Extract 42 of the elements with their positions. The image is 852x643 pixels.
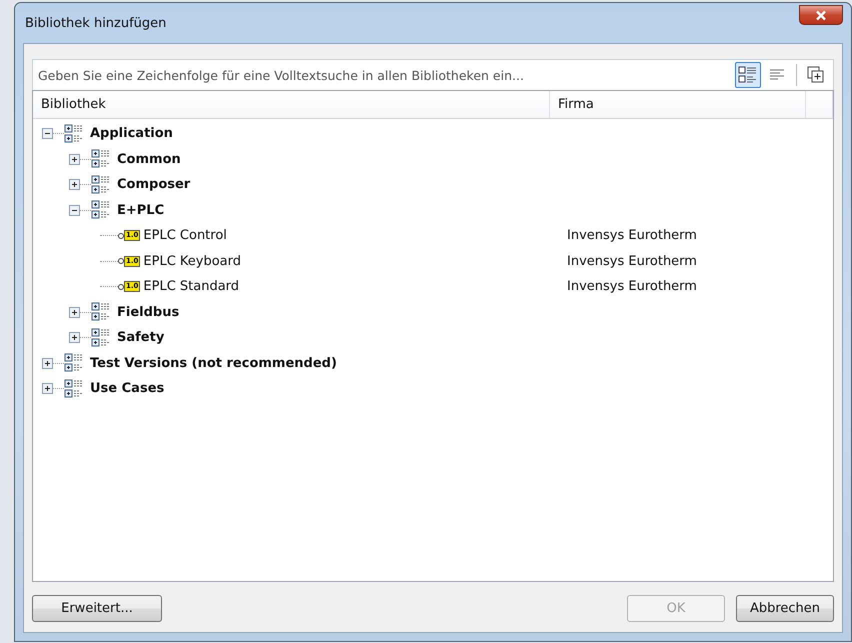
tree-view-button[interactable] [735, 62, 761, 88]
tree-item[interactable]: Composer [117, 177, 190, 192]
search-input[interactable]: Geben Sie eine Zeichenfolge für eine Volltextsuche in allen Bibliotheken ein... [33, 68, 735, 82]
table-cell-text: Invensys Eurotherm [566, 228, 697, 244]
collapse-toggle[interactable] [42, 128, 53, 140]
expand-toggle[interactable] [69, 332, 80, 344]
tree-item[interactable]: Common [117, 152, 181, 167]
tree-item[interactable]: Application [90, 126, 173, 142]
library-folder-icon [91, 200, 111, 220]
tree-item[interactable]: EPLC Keyboard [143, 254, 242, 269]
add-copy-icon [806, 65, 826, 85]
dialog-button[interactable]: Abbrechen [736, 595, 834, 622]
search-field[interactable]: Geben Sie eine Zeichenfolge für eine Volltextsuche in allen Bibliotheken ein... [32, 59, 834, 90]
table-cell-text: Invensys Eurotherm [566, 279, 697, 294]
library-folder-icon [91, 174, 111, 195]
close-icon [815, 10, 827, 20]
table-cell-text: Invensys Eurotherm [566, 254, 697, 269]
library-folder-icon [64, 124, 84, 144]
tree-item[interactable]: Test Versions (not recommended) [90, 356, 337, 371]
expand-toggle[interactable] [42, 383, 53, 394]
library-folder-icon [64, 378, 84, 399]
expand-toggle[interactable] [69, 179, 80, 190]
library-folder-icon [91, 302, 111, 322]
tree-item[interactable]: Fieldbus [117, 304, 180, 320]
tree-item[interactable]: Use Cases [90, 381, 164, 396]
library-folder-icon [91, 149, 111, 170]
column-header[interactable]: Firma [550, 91, 806, 118]
library-folder-icon [91, 328, 111, 348]
tree-item[interactable]: E+PLC [117, 202, 164, 218]
library-folder-icon [64, 353, 84, 374]
tree-view-icon [738, 65, 758, 85]
close-button[interactable] [799, 5, 843, 25]
column-header[interactable]: Bibliothek [33, 91, 550, 118]
expand-toggle[interactable] [69, 306, 80, 318]
tree-item[interactable]: Safety [117, 330, 164, 346]
window-title: Bibliothek hinzufügen [24, 16, 166, 30]
expand-toggle[interactable] [42, 358, 53, 369]
tree-item[interactable]: EPLC Standard [143, 279, 240, 294]
tree-item[interactable]: EPLC Control [143, 228, 227, 244]
dialog-button[interactable]: Erweitert... [32, 595, 162, 622]
collapse-toggle[interactable] [69, 204, 80, 216]
expand-toggle[interactable] [69, 154, 80, 165]
